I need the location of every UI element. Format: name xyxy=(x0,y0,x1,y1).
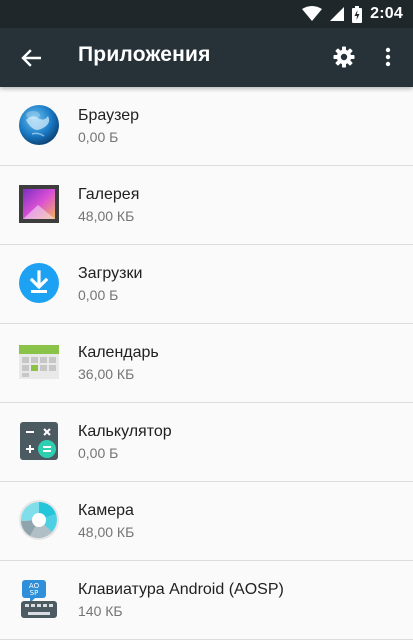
app-size: 0,00 Б xyxy=(78,445,119,461)
app-item-keyboard[interactable]: AO SP Клавиатура Android (AOSP) 140 КБ xyxy=(0,561,413,640)
status-bar: 2:04 xyxy=(0,0,413,28)
browser-globe-icon xyxy=(18,104,60,146)
calculator-icon xyxy=(18,420,60,462)
app-name: Калькулятор xyxy=(78,423,172,440)
app-size: 0,00 Б xyxy=(78,287,119,303)
app-size: 48,00 КБ xyxy=(78,208,135,224)
app-name: Клавиатура Android (AOSP) xyxy=(78,581,284,598)
app-name: Браузер xyxy=(78,107,140,124)
app-item-camera[interactable]: Камера 48,00 КБ xyxy=(0,482,413,561)
gear-icon[interactable] xyxy=(330,43,358,71)
app-item-calculator[interactable]: Калькулятор 0,00 Б xyxy=(0,403,413,482)
app-name: Календарь xyxy=(78,344,159,361)
app-size: 0,00 Б xyxy=(78,129,119,145)
camera-icon xyxy=(18,499,60,541)
app-bar: Приложения xyxy=(0,28,413,87)
battery-charging-icon xyxy=(352,5,363,23)
signal-icon xyxy=(330,7,345,21)
app-name: Камера xyxy=(78,502,134,519)
app-size: 140 КБ xyxy=(78,603,123,619)
wifi-icon xyxy=(302,6,323,22)
app-item-calendar[interactable]: Календарь 36,00 КБ xyxy=(0,324,413,403)
app-name: Галерея xyxy=(78,186,140,203)
app-name: Загрузки xyxy=(78,265,143,282)
gallery-icon xyxy=(18,183,60,225)
app-size: 36,00 КБ xyxy=(78,366,135,382)
app-size: 48,00 КБ xyxy=(78,524,135,540)
svg-text:SP: SP xyxy=(30,589,39,597)
app-item-browser[interactable]: Браузер 0,00 Б xyxy=(0,87,413,166)
app-list: Браузер 0,00 Б Галерея 48,00 КБ Загрузки… xyxy=(0,87,413,640)
arrow-back-icon[interactable] xyxy=(17,44,45,72)
downloads-icon xyxy=(18,262,60,304)
app-item-downloads[interactable]: Загрузки 0,00 Б xyxy=(0,245,413,324)
more-vert-icon[interactable] xyxy=(378,43,398,71)
app-item-gallery[interactable]: Галерея 48,00 КБ xyxy=(0,166,413,245)
status-time: 2:04 xyxy=(370,5,403,22)
keyboard-icon: AO SP xyxy=(18,578,60,620)
page-title: Приложения xyxy=(78,43,211,66)
calendar-icon xyxy=(18,341,60,383)
